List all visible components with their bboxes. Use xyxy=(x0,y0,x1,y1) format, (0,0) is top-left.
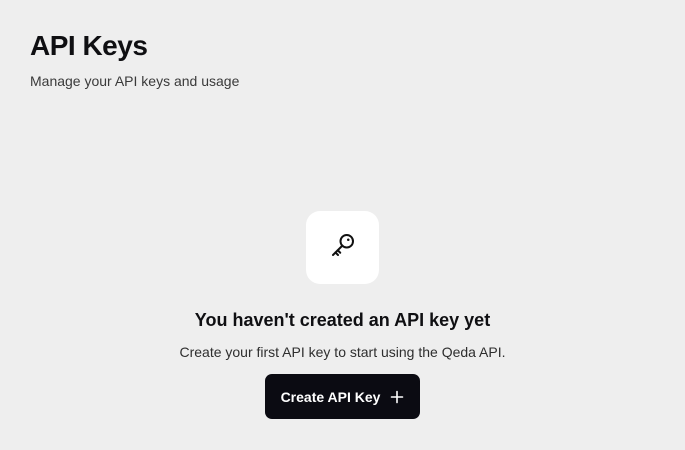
empty-state-description: Create your first API key to start using… xyxy=(179,344,506,360)
page-subtitle: Manage your API keys and usage xyxy=(30,73,240,89)
empty-state: You haven't created an API key yet Creat… xyxy=(0,211,685,419)
plus-icon xyxy=(390,390,404,404)
key-icon xyxy=(328,230,358,265)
page-title: API Keys xyxy=(30,30,148,61)
page-header: API Keys Manage your API keys and usage xyxy=(30,30,239,90)
empty-state-title: You haven't created an API key yet xyxy=(194,310,491,330)
api-keys-page: API Keys Manage your API keys and usage … xyxy=(0,0,685,450)
create-api-key-label: Create API Key xyxy=(280,388,381,405)
key-icon-tile xyxy=(306,211,379,284)
create-api-key-button[interactable]: Create API Key xyxy=(264,374,421,419)
